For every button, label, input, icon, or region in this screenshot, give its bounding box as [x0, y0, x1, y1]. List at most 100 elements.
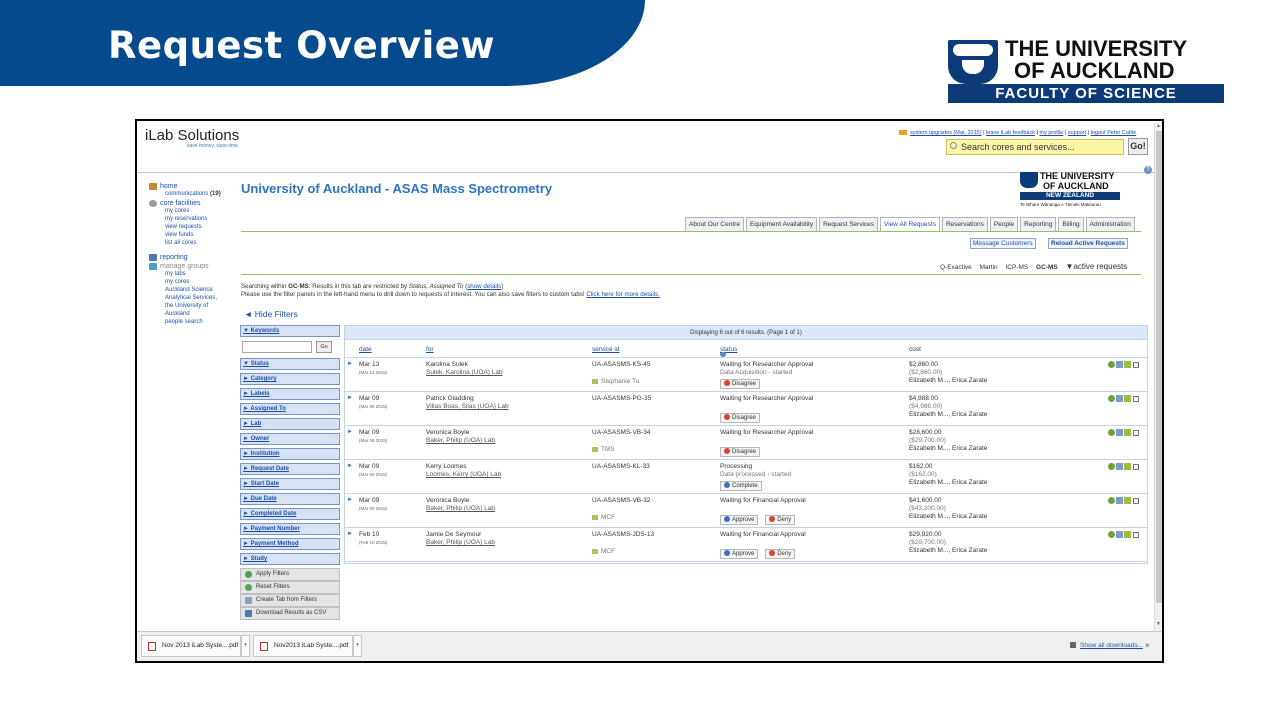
- nav-view-funds[interactable]: view funds: [165, 231, 244, 239]
- link-support[interactable]: support: [1068, 130, 1086, 136]
- filter-status[interactable]: ▼ Status: [240, 358, 340, 370]
- download-menu-1[interactable]: ▾: [241, 635, 250, 657]
- copy-icon[interactable]: [1116, 531, 1123, 538]
- filter-labels[interactable]: ► Labels: [240, 388, 340, 400]
- sort-service-id[interactable]: service id: [592, 346, 619, 353]
- row-checkbox[interactable]: [1133, 532, 1139, 538]
- scroll-up-icon[interactable]: ▲: [1156, 123, 1161, 129]
- row-lab-link[interactable]: Loomes, Kerry (UOA) Lab: [426, 471, 501, 478]
- link-my-profile[interactable]: my profile: [1039, 130, 1063, 136]
- subtab-gc-ms[interactable]: GC-MS: [1036, 264, 1058, 271]
- tab-about[interactable]: About Our Centre: [685, 217, 744, 231]
- apply-filters-button[interactable]: Apply Filters: [240, 568, 340, 581]
- nav-my-reservations[interactable]: my reservations: [165, 215, 244, 223]
- more-details-link[interactable]: Click here for more details.: [586, 291, 660, 298]
- complete-button[interactable]: Complete: [720, 481, 762, 491]
- nav-asas-3[interactable]: the University of: [165, 302, 244, 310]
- row-lab-link[interactable]: Baker, Philip (UOA) Lab: [426, 437, 495, 444]
- row-lab-link[interactable]: Villas Boas, Silas (UOA) Lab: [426, 403, 509, 410]
- edit-icon[interactable]: [1124, 361, 1131, 368]
- tab-request-services[interactable]: Request Services: [819, 217, 879, 231]
- edit-icon[interactable]: [1124, 463, 1131, 470]
- create-tab-button[interactable]: Create Tab from Filters: [240, 594, 340, 607]
- filter-request-date[interactable]: ► Request Date: [240, 463, 340, 475]
- subtab-q-exactive[interactable]: Q-Exactive: [940, 264, 972, 271]
- row-checkbox[interactable]: [1133, 464, 1139, 470]
- nav-reporting[interactable]: reporting: [149, 254, 244, 261]
- subtab-martin[interactable]: Martin: [980, 264, 998, 271]
- row-checkbox[interactable]: [1133, 396, 1139, 402]
- row-checkbox[interactable]: [1133, 498, 1139, 504]
- reset-filters-button[interactable]: Reset Filters: [240, 581, 340, 594]
- copy-icon[interactable]: [1116, 463, 1123, 470]
- download-item-2[interactable]: Nov2013 iLab Syste....pdf: [253, 635, 353, 657]
- nav-group-my-cores[interactable]: my cores: [165, 278, 244, 286]
- nav-list-all-cores[interactable]: list all cores: [165, 239, 244, 247]
- nav-people-search[interactable]: people search: [165, 318, 244, 326]
- help-icon[interactable]: ?: [1144, 166, 1152, 174]
- sort-for[interactable]: for: [426, 346, 434, 353]
- filter-payment-number[interactable]: ► Payment Number: [240, 523, 340, 535]
- table-row[interactable]: ► Mar 09 (Mar 09 2015) Patrick Gladding Vill…: [345, 392, 1147, 426]
- nav-asas-1[interactable]: Auckland Science: [165, 286, 244, 294]
- approve-button[interactable]: Approve: [720, 515, 759, 525]
- tab-reservations[interactable]: Reservations: [941, 217, 988, 231]
- nav-my-cores[interactable]: my cores: [165, 207, 244, 215]
- search-go-button[interactable]: Go!: [1128, 138, 1148, 155]
- money-icon[interactable]: [1108, 463, 1115, 470]
- expand-row-icon[interactable]: ►: [347, 361, 353, 367]
- expand-row-icon[interactable]: ►: [347, 531, 353, 537]
- money-icon[interactable]: [1108, 395, 1115, 402]
- download-csv-button[interactable]: Download Results as CSV: [240, 607, 340, 620]
- row-checkbox[interactable]: [1133, 430, 1139, 436]
- tab-people[interactable]: People: [989, 217, 1019, 231]
- row-checkbox[interactable]: [1133, 362, 1139, 368]
- active-requests-dropdown[interactable]: ▼active requests: [1066, 262, 1128, 271]
- nav-core-facilities[interactable]: core facilities: [149, 200, 244, 207]
- nav-my-labs[interactable]: my labs: [165, 270, 244, 278]
- deny-button[interactable]: Deny: [765, 549, 796, 559]
- scrollbar[interactable]: ▲ ▼: [1154, 123, 1162, 631]
- expand-row-icon[interactable]: ►: [347, 395, 353, 401]
- subtab-icp-ms[interactable]: ICP-MS: [1005, 264, 1028, 271]
- nav-view-requests[interactable]: view requests: [165, 223, 244, 231]
- table-row[interactable]: ► Mar 09 (Mar 09 2015) Kerry Loomes Loomes, …: [345, 460, 1147, 494]
- tab-reporting[interactable]: Reporting: [1020, 217, 1057, 231]
- table-row[interactable]: ► Mar 09 (Mar 09 2015) Veronica Boyle Baker,…: [345, 494, 1147, 528]
- money-icon[interactable]: [1108, 497, 1115, 504]
- message-customers-button[interactable]: Message Customers: [970, 238, 1036, 249]
- filter-category[interactable]: ► Category: [240, 373, 340, 385]
- download-menu-2[interactable]: ▾: [353, 635, 362, 657]
- show-all-downloads[interactable]: Show all downloads...: [1070, 642, 1143, 649]
- nav-asas-4[interactable]: Auckland: [165, 310, 244, 318]
- reload-active-requests-button[interactable]: Reload Active Requests: [1048, 238, 1128, 249]
- filter-payment-method[interactable]: ► Payment Method: [240, 538, 340, 550]
- download-item-1[interactable]: Nov 2013 iLab Syste....pdf: [141, 635, 241, 657]
- copy-icon[interactable]: [1116, 429, 1123, 436]
- sort-date[interactable]: date: [359, 346, 372, 353]
- keyword-go-button[interactable]: Go: [316, 341, 332, 353]
- filter-due-date[interactable]: ► Due Date: [240, 493, 340, 505]
- row-lab-link[interactable]: Baker, Philip (UOA) Lab: [426, 539, 495, 546]
- copy-icon[interactable]: [1116, 361, 1123, 368]
- disagree-button[interactable]: Disagree: [720, 413, 761, 423]
- row-lab-link[interactable]: Baker, Philip (UOA) Lab: [426, 505, 495, 512]
- money-icon[interactable]: [1108, 429, 1115, 436]
- edit-icon[interactable]: [1124, 531, 1131, 538]
- disagree-button[interactable]: Disagree: [720, 447, 761, 457]
- edit-icon[interactable]: [1124, 497, 1131, 504]
- search-input[interactable]: Search cores and services...: [946, 139, 1124, 155]
- filter-institution[interactable]: ► Institution: [240, 448, 340, 460]
- nav-asas-2[interactable]: Analytical Services,: [165, 294, 244, 302]
- money-icon[interactable]: [1108, 531, 1115, 538]
- expand-row-icon[interactable]: ►: [347, 463, 353, 469]
- disagree-button[interactable]: Disagree: [720, 379, 761, 389]
- filter-start-date[interactable]: ► Start Date: [240, 478, 340, 490]
- show-details-link[interactable]: show details: [467, 283, 501, 290]
- filter-lab[interactable]: ► Lab: [240, 418, 340, 430]
- nav-manage-groups[interactable]: manage groups: [149, 263, 244, 270]
- expand-row-icon[interactable]: ►: [347, 429, 353, 435]
- scroll-down-icon[interactable]: ▼: [1156, 621, 1161, 627]
- tab-administration[interactable]: Administration: [1085, 217, 1135, 231]
- expand-row-icon[interactable]: ►: [347, 497, 353, 503]
